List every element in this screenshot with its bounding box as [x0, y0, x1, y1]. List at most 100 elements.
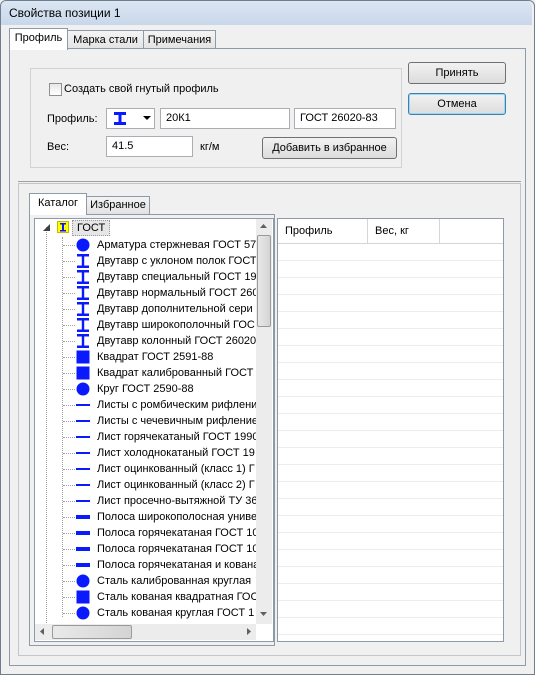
tree-item-label: Круг ГОСТ 2590-88 [97, 383, 194, 395]
tree-vscroll-thumb[interactable] [257, 235, 271, 327]
grid-row[interactable] [278, 397, 503, 414]
cancel-button[interactable]: Отмена [408, 93, 506, 115]
tree-connector [63, 613, 75, 614]
grid-row[interactable] [278, 499, 503, 516]
ibeam-icon [76, 334, 90, 348]
grid-row[interactable] [278, 601, 503, 618]
flat-bar-icon [76, 558, 90, 572]
profile-name-field[interactable]: 20К1 [160, 108, 290, 129]
tree-hscroll-thumb[interactable] [52, 625, 132, 639]
scroll-right-icon[interactable] [247, 628, 251, 635]
tree-item-label: Листы с чечевичным рифлением [97, 415, 266, 427]
tree-connector [63, 565, 75, 566]
grid-rows [278, 244, 503, 641]
grid-row[interactable] [278, 312, 503, 329]
grid-row[interactable] [278, 465, 503, 482]
scroll-left-icon[interactable] [40, 628, 44, 635]
tree-connector [63, 261, 75, 262]
tree-item-label: Листы с ромбическим рифление [97, 399, 264, 411]
grid-row[interactable] [278, 261, 503, 278]
grid-row[interactable] [278, 635, 503, 641]
grid-row[interactable] [278, 363, 503, 380]
ibeam-icon [76, 302, 90, 316]
ibeam-icon [76, 254, 90, 268]
tab-favorites[interactable]: Избранное [86, 196, 150, 214]
tree-connector [63, 453, 75, 454]
gost-folder-icon [57, 221, 69, 233]
scroll-up-icon[interactable] [260, 224, 267, 228]
tree-item-label: Полоса широкополосная универ [97, 511, 264, 523]
tree-item-label: Полоса горячекатаная и кована [97, 559, 260, 571]
grid-row[interactable] [278, 618, 503, 635]
tree-connector [63, 485, 75, 486]
tree-item-label: Квадрат калиброванный ГОСТ [97, 367, 254, 379]
grid-row[interactable] [278, 533, 503, 550]
grid-row[interactable] [278, 278, 503, 295]
tree-connector [63, 597, 75, 598]
tree-connector [63, 325, 75, 326]
tree-vertical-scrollbar[interactable] [256, 219, 272, 624]
sheet-icon [76, 494, 90, 508]
weight-field[interactable]: 41.5 [106, 136, 193, 157]
column-header-weight[interactable]: Вес, кг [368, 219, 440, 243]
grid-row[interactable] [278, 329, 503, 346]
tree-item-label: Арматура стержневая ГОСТ 578 [97, 239, 263, 251]
tab-steel-grade[interactable]: Марка стали [67, 30, 144, 50]
tree-item-label: Лист просечно-вытяжной ТУ 36 [97, 495, 258, 507]
tab-notes[interactable]: Примечания [143, 30, 216, 50]
tree-item-label: Сталь калиброванная круглая [97, 575, 252, 587]
tree-item-label: Полоса горячекатаная ГОСТ 10 [97, 543, 259, 555]
grid-row[interactable] [278, 567, 503, 584]
custom-profile-checkbox[interactable] [49, 83, 62, 96]
tree-connector [63, 533, 75, 534]
grid-row[interactable] [278, 244, 503, 261]
grid-row[interactable] [278, 516, 503, 533]
catalog-tree[interactable]: ГОСТ Арматура стержневая ГОСТ 578 Двутавр… [34, 218, 274, 642]
tree-connector [63, 245, 75, 246]
tab-catalog[interactable]: Каталог [29, 193, 87, 215]
grid-row[interactable] [278, 550, 503, 567]
grid-row[interactable] [278, 584, 503, 601]
square-profile-icon [76, 590, 90, 604]
grid-row[interactable] [278, 346, 503, 363]
tree-item-label: Двутавр дополнительной сери [97, 303, 253, 315]
scroll-down-icon[interactable] [260, 612, 267, 616]
tree-root-gost[interactable]: ГОСТ [72, 220, 111, 236]
tree-connector [63, 373, 75, 374]
grid-row[interactable] [278, 448, 503, 465]
tree-connector [63, 389, 75, 390]
tree-item-label: Сталь кованая квадратная ГОС [97, 591, 259, 603]
grid-row[interactable] [278, 431, 503, 448]
tree-connector [63, 357, 75, 358]
flat-bar-icon [76, 510, 90, 524]
tree-connector [63, 293, 75, 294]
tab-profile[interactable]: Профиль [9, 28, 68, 50]
profile-standard-field[interactable]: ГОСТ 26020-83 [294, 108, 396, 129]
collapse-arrow-icon[interactable] [43, 224, 50, 231]
add-to-favorites-button[interactable]: Добавить в избранное [262, 137, 397, 159]
flat-bar-icon [76, 526, 90, 540]
column-header-profile[interactable]: Профиль [278, 219, 368, 243]
profile-label: Профиль: [47, 113, 98, 125]
grid-row[interactable] [278, 295, 503, 312]
tree-item-label: Сталь кованая круглая ГОСТ 1 [97, 607, 255, 619]
title-bar[interactable]: Свойства позиции 1 [1, 1, 532, 25]
grid-row[interactable] [278, 380, 503, 397]
grid-row[interactable] [278, 482, 503, 499]
grid-row[interactable] [278, 414, 503, 431]
weight-unit: кг/м [200, 141, 220, 153]
splitter[interactable] [18, 181, 521, 182]
tree-item-label: Полоса горячекатаная ГОСТ 10 [97, 527, 259, 539]
accept-button[interactable]: Принять [408, 62, 506, 84]
tree-connector [63, 581, 75, 582]
sheet-icon [76, 462, 90, 476]
profile-weight-grid[interactable]: Профиль Вес, кг [277, 218, 504, 642]
ibeam-icon [114, 112, 126, 125]
tree-horizontal-scrollbar[interactable] [35, 624, 256, 640]
tree-connector [63, 501, 75, 502]
tree-connector [63, 421, 75, 422]
flat-bar-icon [76, 542, 90, 556]
profile-type-select[interactable] [106, 108, 155, 129]
sheet-icon [76, 446, 90, 460]
custom-profile-label: Создать свой гнутый профиль [64, 83, 219, 95]
